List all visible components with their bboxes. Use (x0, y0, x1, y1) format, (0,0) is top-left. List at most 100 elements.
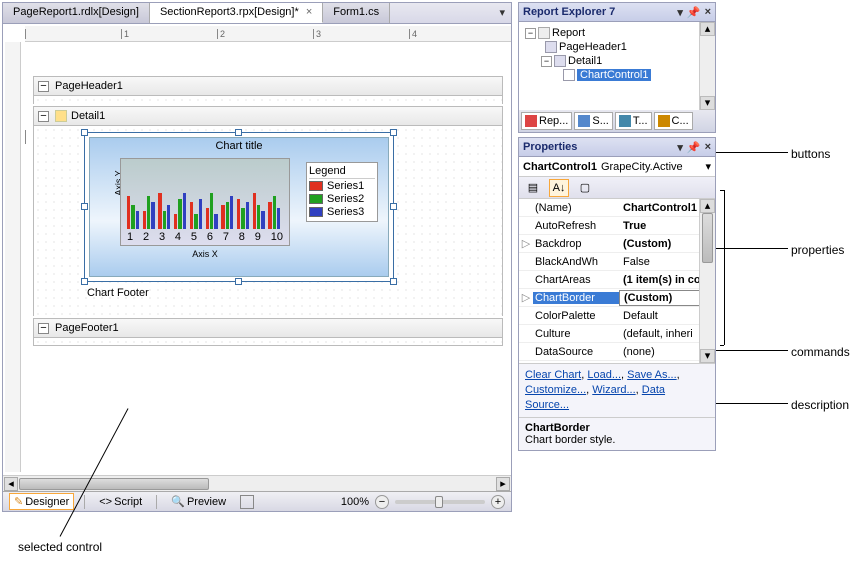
property-row[interactable]: DataSource(none) (519, 343, 715, 361)
close-icon[interactable]: × (705, 141, 711, 154)
property-scrollbar[interactable]: ▴ ▾ (699, 199, 715, 363)
alphabetical-button[interactable]: A↓ (549, 179, 569, 197)
explorer-tab-c[interactable]: C... (654, 112, 693, 130)
code-icon: <> (99, 496, 112, 508)
section-icon (55, 110, 67, 122)
report-explorer-header[interactable]: Report Explorer 7 ▾ 📌 × (519, 3, 715, 22)
tab-sectionreport[interactable]: SectionReport3.rpx[Design]* × (150, 3, 323, 23)
script-tab[interactable]: <> Script (95, 495, 146, 509)
property-row[interactable]: ColorPaletteDefault (519, 307, 715, 325)
window-dropdown-icon[interactable]: ▾ (677, 141, 683, 154)
scrollbar-thumb[interactable] (702, 213, 713, 263)
detail-section-bar[interactable]: − Detail1 (33, 106, 503, 126)
scroll-right-icon[interactable]: ▸ (496, 477, 510, 491)
tree-node-pageheader[interactable]: PageHeader1 (559, 41, 627, 53)
tree-node-detail[interactable]: Detail1 (568, 55, 602, 67)
collapse-icon[interactable]: − (38, 81, 49, 92)
window-dropdown-icon[interactable]: ▾ (677, 6, 683, 19)
property-row[interactable]: BlackAndWhFalse (519, 253, 715, 271)
pencil-icon: ✎ (14, 495, 23, 508)
scroll-up-icon[interactable]: ▴ (700, 22, 715, 36)
chart-footer: Chart Footer (87, 287, 149, 299)
designer-window: PageReport1.rdlx[Design] SectionReport3.… (2, 2, 512, 512)
property-row[interactable]: ▷Backdrop(Custom) (519, 235, 715, 253)
zoom-slider[interactable] (395, 500, 485, 504)
pin-icon[interactable]: 📌 (687, 141, 701, 154)
expand-icon[interactable]: − (541, 56, 552, 67)
ruler-mark: 2 (217, 29, 225, 39)
section-icon (545, 41, 557, 53)
description-title: ChartBorder (525, 422, 709, 434)
tree-scrollbar[interactable]: ▴ ▾ (699, 22, 715, 110)
pin-icon[interactable]: 📌 (687, 6, 701, 19)
command-link[interactable]: Load... (587, 369, 621, 381)
explorer-tab-t[interactable]: T... (615, 112, 652, 130)
properties-object-selector[interactable]: ChartControl1 GrapeCity.Active ▾ (519, 157, 715, 177)
zoom-in-button[interactable]: + (491, 495, 505, 509)
report-canvas[interactable]: − PageHeader1 − Detail1 ✥ Chart title Ax… (25, 44, 511, 472)
close-icon[interactable]: × (306, 6, 312, 18)
annotation-commands: commands (791, 345, 850, 359)
tab-form1[interactable]: Form1.cs (323, 3, 390, 23)
properties-description: ChartBorder Chart border style. (519, 417, 715, 450)
close-icon[interactable]: × (705, 6, 711, 19)
scroll-left-icon[interactable]: ◂ (4, 477, 18, 491)
pageheader-body[interactable] (33, 96, 503, 104)
collapse-icon[interactable]: − (38, 111, 49, 122)
report-icon (538, 27, 550, 39)
tab-label: SectionReport3.rpx[Design]* (160, 6, 299, 18)
collapse-icon[interactable]: − (38, 323, 49, 334)
command-link[interactable]: Clear Chart (525, 369, 581, 381)
horizontal-scrollbar[interactable]: ◂ ▸ (3, 475, 511, 491)
horizontal-ruler: 1 2 3 4 (25, 26, 511, 42)
explorer-tab-strip: Rep... S... T... C... (519, 110, 715, 132)
dropdown-icon[interactable]: ▾ (705, 160, 711, 173)
slider-thumb[interactable] (435, 496, 443, 508)
tab-pagereport[interactable]: PageReport1.rdlx[Design] (3, 3, 150, 23)
properties-header[interactable]: Properties ▾ 📌 × (519, 138, 715, 157)
grid-toggle[interactable] (236, 494, 258, 510)
pageheader-section-bar[interactable]: − PageHeader1 (33, 76, 503, 96)
side-panels: Report Explorer 7 ▾ 📌 × − Report PageHea… (518, 2, 716, 455)
command-link[interactable]: Save As... (627, 369, 677, 381)
ruler-mark: 4 (409, 29, 417, 39)
explorer-tree[interactable]: − Report PageHeader1 − Detail1 ChartCont… (519, 22, 715, 110)
explorer-tab-s[interactable]: S... (574, 112, 613, 130)
scroll-up-icon[interactable]: ▴ (700, 199, 715, 213)
property-row[interactable]: ▷ChartBorder(Custom)▾ (519, 289, 715, 307)
explorer-tab-report[interactable]: Rep... (521, 112, 572, 130)
section-icon (554, 55, 566, 67)
property-pages-button[interactable]: ▢ (575, 179, 595, 197)
tab-icon (619, 115, 631, 127)
detail-body[interactable]: ✥ Chart title Axis Y 12345678910 Axis X (33, 126, 503, 316)
scrollbar-thumb[interactable] (19, 478, 209, 490)
description-text: Chart border style. (525, 434, 615, 446)
pagefooter-section-bar[interactable]: − PageFooter1 (33, 318, 503, 338)
annotation-buttons: buttons (791, 147, 830, 161)
chart-control-selected[interactable]: Chart title Axis Y 12345678910 Axis X Le… (84, 132, 394, 282)
property-row[interactable]: (Name)ChartControl1 (519, 199, 715, 217)
property-row[interactable]: ChartAreas(1 item(s) in co (519, 271, 715, 289)
categorized-button[interactable]: ▤ (523, 179, 543, 197)
report-explorer-panel: Report Explorer 7 ▾ 📌 × − Report PageHea… (518, 2, 716, 133)
pagefooter-body[interactable] (33, 338, 503, 346)
tree-node-report[interactable]: Report (552, 27, 585, 39)
move-handle-icon[interactable]: ✥ (25, 130, 26, 144)
preview-tab[interactable]: 🔍 Preview (167, 494, 230, 509)
section-label: PageHeader1 (55, 80, 123, 92)
expand-icon[interactable]: − (525, 28, 536, 39)
tab-overflow-dropdown[interactable]: ▾ (493, 3, 511, 23)
zoom-controls: 100% − + (341, 495, 505, 509)
annotation-properties: properties (791, 243, 844, 257)
scroll-down-icon[interactable]: ▾ (700, 349, 715, 363)
scroll-down-icon[interactable]: ▾ (700, 96, 715, 110)
control-icon (563, 69, 575, 81)
property-row[interactable]: AutoRefreshTrue (519, 217, 715, 235)
tree-node-chartcontrol[interactable]: ChartControl1 (577, 69, 651, 81)
designer-tab[interactable]: ✎ Designer (9, 493, 74, 510)
zoom-out-button[interactable]: − (375, 495, 389, 509)
property-grid[interactable]: ▴ ▾ (Name)ChartControl1AutoRefreshTrue▷B… (519, 199, 715, 363)
command-link[interactable]: Customize... (525, 384, 586, 396)
property-row[interactable]: Culture(default, inheri (519, 325, 715, 343)
command-link[interactable]: Wizard... (592, 384, 635, 396)
